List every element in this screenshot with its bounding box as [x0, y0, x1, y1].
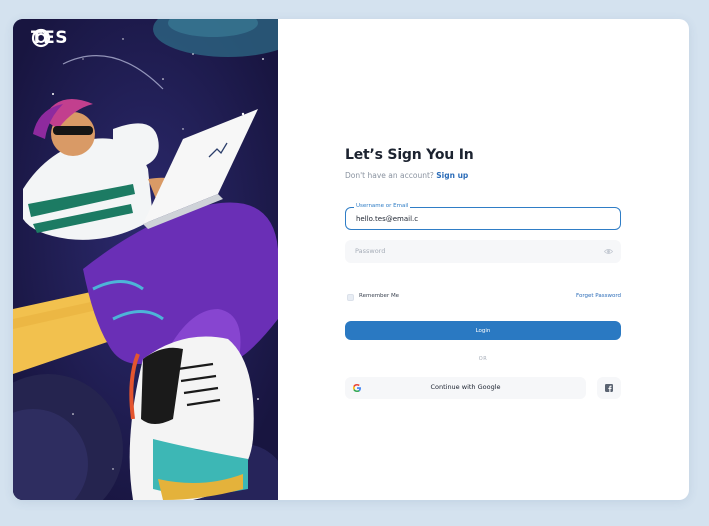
google-login-button[interactable]: Continue with Google [345, 377, 586, 399]
username-input[interactable] [356, 213, 606, 225]
remember-checkbox[interactable] [347, 294, 354, 301]
google-button-label: Continue with Google [430, 383, 501, 391]
signup-prompt: Don't have an account? Sign up [345, 171, 621, 180]
password-field[interactable] [345, 240, 621, 263]
eye-icon[interactable] [604, 247, 613, 256]
page-title: Let’s Sign You In [345, 147, 474, 163]
password-input[interactable] [355, 245, 595, 257]
facebook-login-button[interactable] [597, 377, 621, 399]
login-button[interactable]: Login [345, 321, 621, 340]
username-label: Username or Email [354, 203, 411, 209]
brand-logo: TES [31, 28, 68, 48]
signup-link[interactable]: Sign up [436, 171, 468, 180]
signup-prompt-text: Don't have an account? [345, 171, 434, 180]
or-divider: OR [478, 356, 488, 362]
forgot-password-link[interactable]: Forget Password [576, 293, 621, 299]
login-form: Let’s Sign You In Don't have an account?… [345, 147, 621, 399]
logo-mark-icon [31, 28, 51, 48]
remember-label: Remember Me [359, 293, 400, 299]
illustration [13, 19, 278, 500]
facebook-icon [605, 384, 613, 392]
remember-row: Remember Me Forget Password [345, 291, 621, 303]
illustration-panel: TES [13, 19, 278, 500]
login-card: TES Let’s Sign You In Don't have an acco… [13, 19, 689, 500]
username-field[interactable]: Username or Email [345, 203, 621, 230]
